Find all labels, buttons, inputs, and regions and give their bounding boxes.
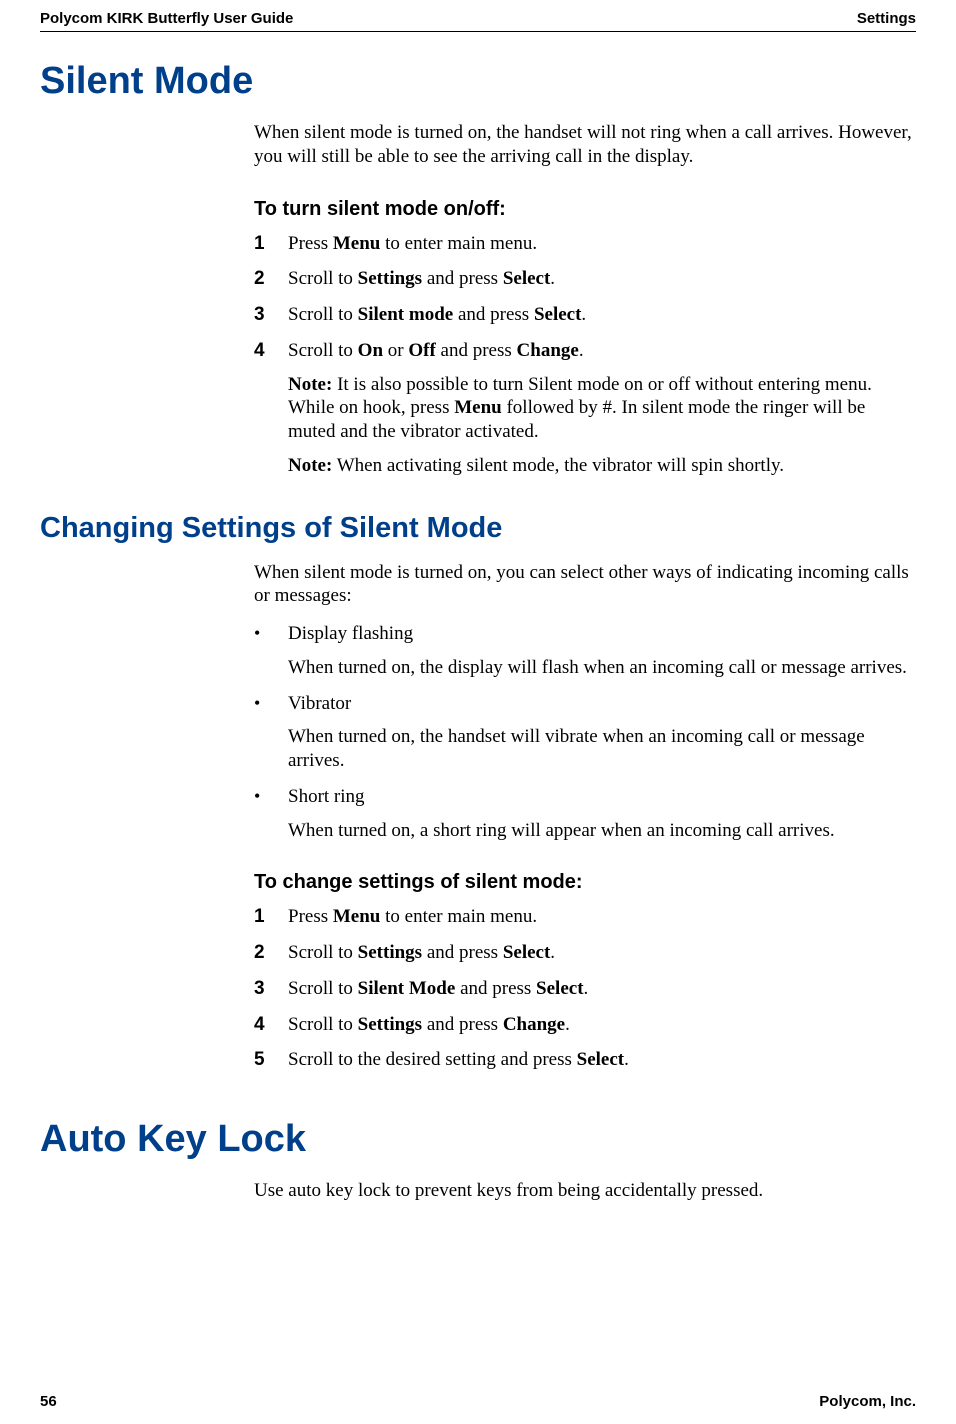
heading-changing-settings: Changing Settings of Silent Mode: [40, 512, 916, 545]
toggle-note-1: Note: It is also possible to turn Silent…: [288, 373, 916, 444]
change-step-1: 1 Press Menu to enter main menu.: [254, 905, 916, 929]
step-number: 4: [254, 339, 288, 478]
bullet-title: Short ring: [288, 785, 916, 809]
bullet-icon: •: [254, 785, 288, 809]
step-number: 1: [254, 232, 288, 256]
bullet-icon: •: [254, 692, 288, 716]
heading-change-settings: To change settings of silent mode:: [254, 870, 916, 895]
toggle-note-2: Note: When activating silent mode, the v…: [288, 454, 916, 478]
step-text: Scroll to On or Off and press Change. No…: [288, 339, 916, 478]
change-step-2: 2 Scroll to Settings and press Select.: [254, 941, 916, 965]
changing-intro: When silent mode is turned on, you can s…: [254, 561, 916, 609]
bullet-desc: When turned on, a short ring will appear…: [288, 819, 916, 843]
bullet-title: Vibrator: [288, 692, 916, 716]
toggle-step-2: 2 Scroll to Settings and press Select.: [254, 267, 916, 291]
bullet-short-ring: • Short ring: [254, 785, 916, 809]
step-number: 4: [254, 1013, 288, 1037]
bullet-display-flashing: • Display flashing: [254, 622, 916, 646]
bullet-vibrator: • Vibrator: [254, 692, 916, 716]
step-number: 3: [254, 977, 288, 1001]
heading-silent-mode: Silent Mode: [40, 60, 916, 103]
change-step-4: 4 Scroll to Settings and press Change.: [254, 1013, 916, 1037]
toggle-step-1: 1 Press Menu to enter main menu.: [254, 232, 916, 256]
heading-auto-key-lock: Auto Key Lock: [40, 1118, 916, 1161]
step-text: Scroll to Silent mode and press Select.: [288, 303, 916, 327]
silent-mode-intro: When silent mode is turned on, the hands…: [254, 121, 916, 169]
header-right: Settings: [857, 10, 916, 27]
footer-page-number: 56: [40, 1393, 57, 1410]
bullet-icon: •: [254, 622, 288, 646]
page-header: Polycom KIRK Butterfly User Guide Settin…: [40, 0, 916, 32]
step-text: Press Menu to enter main menu.: [288, 905, 916, 929]
toggle-step-3: 3 Scroll to Silent mode and press Select…: [254, 303, 916, 327]
step-text: Scroll to Settings and press Select.: [288, 267, 916, 291]
bullet-desc: When turned on, the display will flash w…: [288, 656, 916, 680]
step-number: 2: [254, 941, 288, 965]
change-step-5: 5 Scroll to the desired setting and pres…: [254, 1048, 916, 1072]
step-text: Scroll to Silent Mode and press Select.: [288, 977, 916, 1001]
step-number: 1: [254, 905, 288, 929]
bullet-desc: When turned on, the handset will vibrate…: [288, 725, 916, 773]
step-text: Scroll to the desired setting and press …: [288, 1048, 916, 1072]
step-number: 3: [254, 303, 288, 327]
heading-toggle-silent: To turn silent mode on/off:: [254, 197, 916, 222]
page-footer: 56 Polycom, Inc.: [40, 1393, 916, 1410]
change-step-3: 3 Scroll to Silent Mode and press Select…: [254, 977, 916, 1001]
bullet-title: Display flashing: [288, 622, 916, 646]
step-number: 2: [254, 267, 288, 291]
step-text: Scroll to Settings and press Select.: [288, 941, 916, 965]
header-left: Polycom KIRK Butterfly User Guide: [40, 10, 293, 27]
auto-key-lock-text: Use auto key lock to prevent keys from b…: [254, 1179, 916, 1203]
step-text: Press Menu to enter main menu.: [288, 232, 916, 256]
step-text: Scroll to Settings and press Change.: [288, 1013, 916, 1037]
toggle-step-4: 4 Scroll to On or Off and press Change. …: [254, 339, 916, 478]
footer-company: Polycom, Inc.: [819, 1393, 916, 1410]
step-number: 5: [254, 1048, 288, 1072]
